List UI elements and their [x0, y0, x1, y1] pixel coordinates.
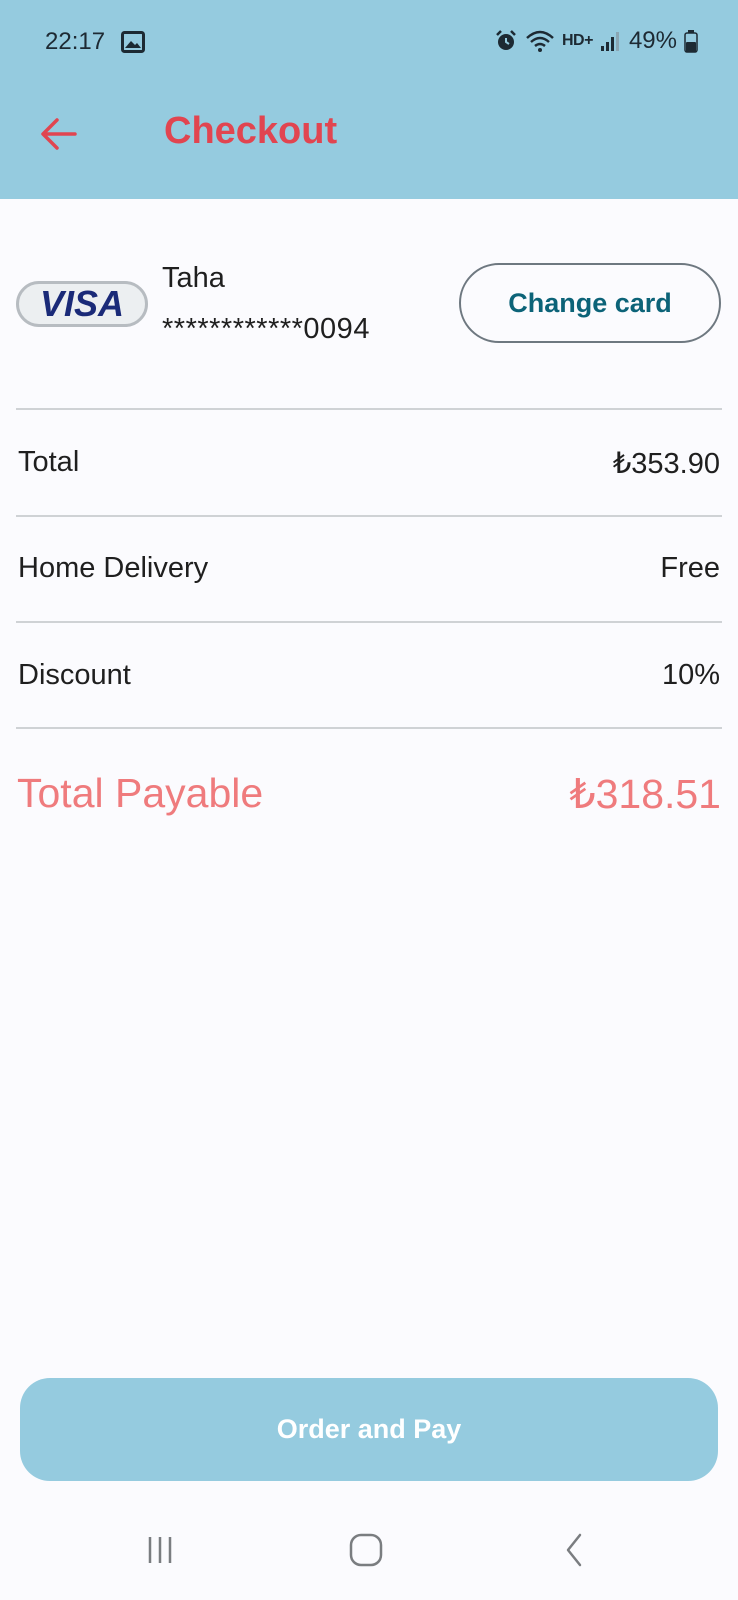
status-indicators: HD+ 49% — [494, 26, 698, 56]
recent-apps-button[interactable] — [130, 1520, 190, 1580]
discount-label: Discount — [18, 659, 131, 691]
home-delivery-label: Home Delivery — [18, 552, 209, 584]
divider — [16, 408, 722, 410]
system-navigation-bar — [0, 1500, 738, 1600]
visa-card-logo: VISA — [16, 281, 148, 327]
battery-icon — [684, 30, 698, 53]
divider — [16, 621, 722, 623]
back-icon — [566, 1533, 582, 1567]
gallery-icon — [121, 31, 145, 53]
recent-apps-icon — [148, 1537, 172, 1563]
app-header: 22:17 HD+ 49% Checkout — [0, 0, 738, 199]
home-delivery-value: Free — [660, 552, 720, 584]
signal-icon — [600, 32, 619, 51]
svg-text:VISA: VISA — [40, 283, 124, 324]
card-number: ************0094 — [162, 313, 370, 345]
home-icon — [349, 1533, 383, 1567]
page-title: Checkout — [164, 110, 338, 152]
total-value: ₺353.90 — [612, 448, 720, 480]
back-button[interactable] — [36, 112, 80, 156]
divider — [16, 515, 722, 517]
total-payable-label: Total Payable — [17, 770, 264, 816]
battery-percent: 49% — [628, 27, 677, 54]
home-button[interactable] — [336, 1520, 396, 1580]
divider — [16, 727, 722, 729]
arrow-left-icon — [41, 118, 77, 150]
alarm-icon — [496, 30, 516, 50]
change-card-button[interactable]: Change card — [459, 263, 721, 343]
wifi-icon — [526, 30, 554, 52]
network-type-label: HD+ — [562, 32, 593, 49]
discount-value: 10% — [661, 659, 720, 691]
status-time: 22:17 — [45, 28, 106, 55]
order-and-pay-button[interactable]: Order and Pay — [20, 1378, 718, 1481]
card-holder-name: Taha — [162, 262, 225, 294]
total-label: Total — [18, 446, 80, 478]
total-payable-value: ₺318.51 — [569, 771, 722, 817]
system-back-button[interactable] — [545, 1520, 605, 1580]
